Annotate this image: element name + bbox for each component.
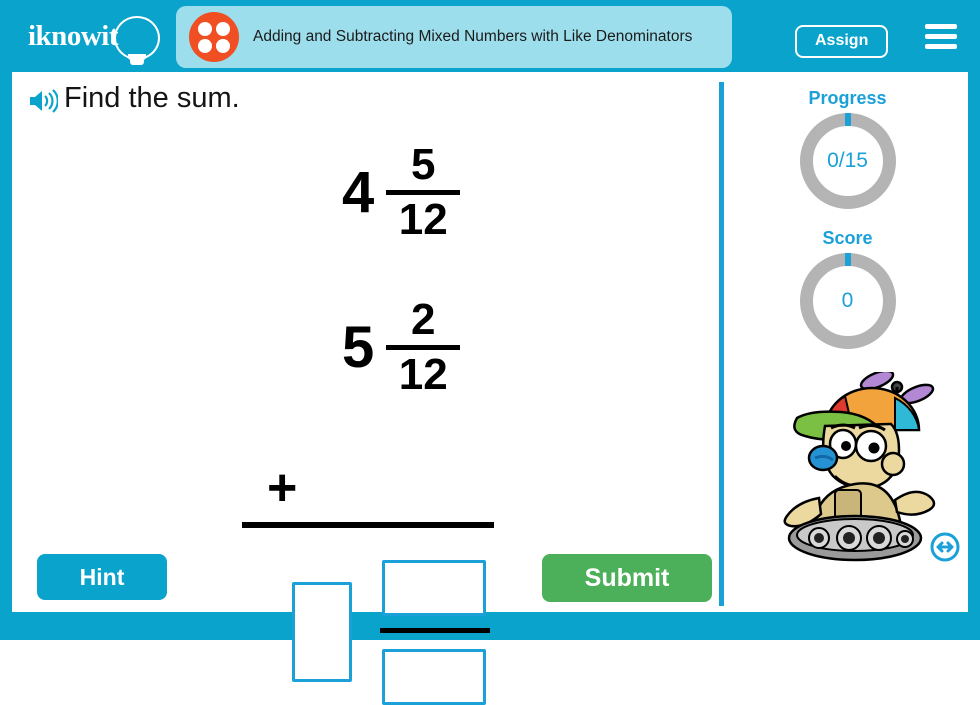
addend-2-numerator: 2 <box>411 295 436 344</box>
hamburger-menu-icon[interactable] <box>925 24 957 50</box>
page-title: Adding and Subtracting Mixed Numbers wit… <box>253 27 693 45</box>
progress-label: Progress <box>808 88 887 108</box>
answer-denominator-input[interactable] <box>382 649 486 705</box>
iknowit-logo[interactable]: iknowit <box>22 14 172 65</box>
assign-button[interactable]: Assign <box>795 25 889 58</box>
question-text: Find the sum. <box>64 82 240 114</box>
addend-2-whole: 5 <box>342 314 375 380</box>
submit-button[interactable]: Submit <box>542 554 712 602</box>
progress-tick <box>844 113 851 126</box>
question-prompt-row: Find the sum. <box>28 82 240 115</box>
progress-value: 0/15 <box>827 149 868 172</box>
answer-fraction-bar <box>380 628 490 633</box>
addend-1: 4 5 12 <box>342 140 461 245</box>
score-ring: 0 <box>799 253 896 349</box>
resize-horizontal-icon[interactable] <box>930 532 960 562</box>
content-area: Find the sum. 4 5 12 5 2 12 + Hint Submi… <box>12 72 968 705</box>
answer-whole-input[interactable] <box>292 582 352 682</box>
speaker-icon[interactable] <box>28 88 59 114</box>
vertical-divider <box>719 82 724 606</box>
addend-1-numerator: 5 <box>411 140 436 189</box>
score-label: Score <box>822 228 873 248</box>
plus-operator: + <box>267 459 298 517</box>
sidebar: Progress 0/15 Score 0 <box>727 72 968 612</box>
progress-ring: 0/15 <box>799 113 896 209</box>
robot-mascot[interactable] <box>747 369 957 567</box>
math-problem: 4 5 12 5 2 12 + <box>12 132 712 705</box>
addend-1-denominator: 12 <box>398 195 448 245</box>
addend-1-whole: 4 <box>342 159 375 225</box>
addend-1-fraction: 5 12 <box>386 140 461 245</box>
app-header: iknowit Adding and Subtracting Mixed Num… <box>0 0 980 72</box>
answer-input-group <box>242 552 502 705</box>
progress-meter: Progress 0/15 <box>727 88 968 209</box>
logo-text: iknowit <box>28 20 118 52</box>
addend-2-denominator: 12 <box>398 350 448 400</box>
score-tick <box>844 253 851 266</box>
app-window: iknowit Adding and Subtracting Mixed Num… <box>0 0 980 705</box>
score-meter: Score 0 <box>727 228 968 349</box>
answer-numerator-input[interactable] <box>382 560 486 616</box>
addend-2: 5 2 12 <box>342 295 461 400</box>
four-dots-icon <box>189 12 239 62</box>
hint-button[interactable]: Hint <box>37 554 167 600</box>
score-value: 0 <box>841 289 854 312</box>
addend-2-fraction: 2 12 <box>386 295 461 400</box>
lesson-title-pill: Adding and Subtracting Mixed Numbers wit… <box>176 6 732 68</box>
sum-line <box>242 522 494 528</box>
lightbulb-base2-icon <box>130 60 144 65</box>
